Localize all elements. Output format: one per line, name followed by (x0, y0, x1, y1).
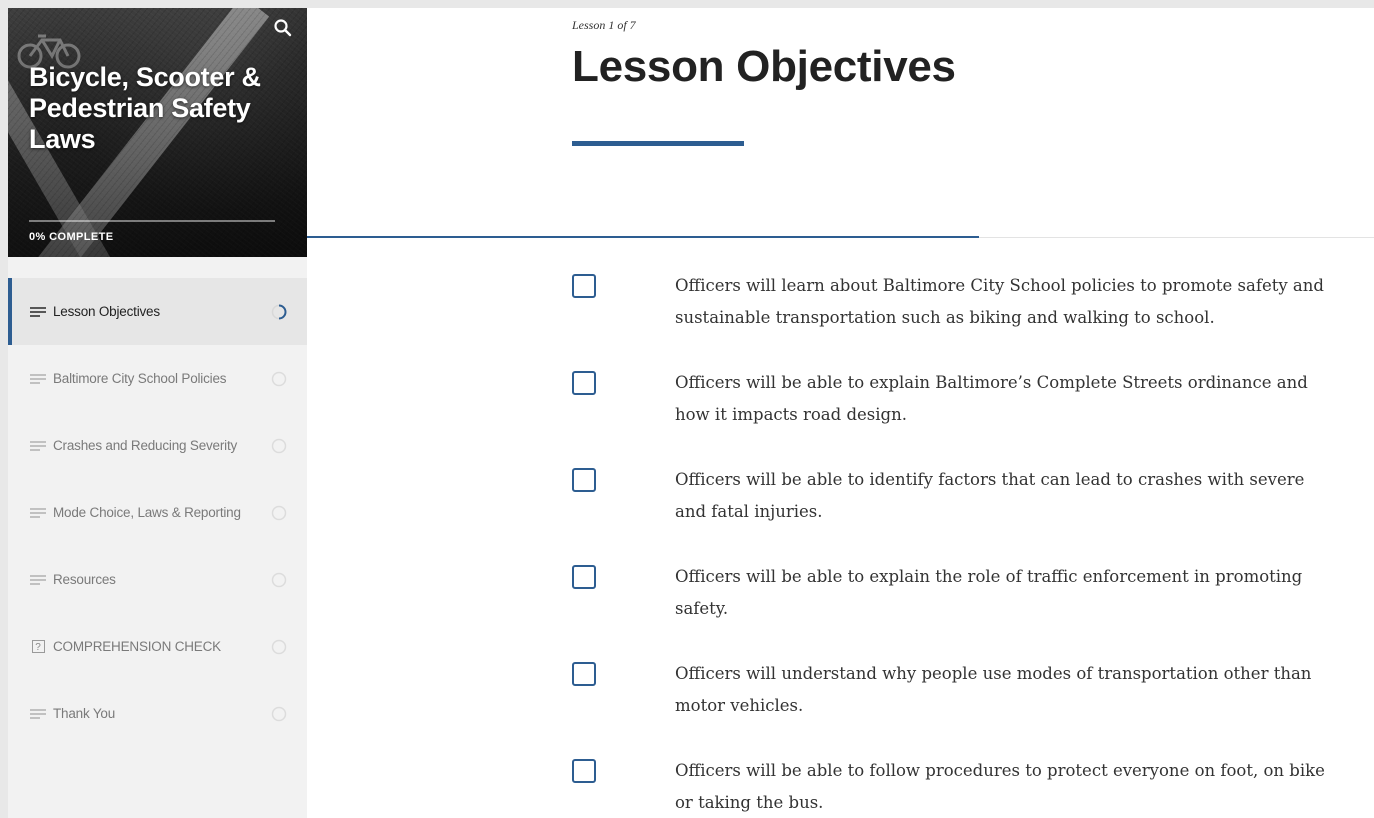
objective-text: Officers will learn about Baltimore City… (675, 270, 1374, 334)
sidebar-item-label: Mode Choice, Laws & Reporting (53, 505, 241, 520)
sidebar-item-label: Resources (53, 572, 116, 587)
lesson-counter: Lesson 1 of 7 (572, 18, 636, 32)
objective-line: Officers will learn about Baltimore City… (675, 276, 1324, 295)
course-progress-label: 0% COMPLETE (29, 231, 114, 243)
sidebar-item[interactable]: ? COMPREHENSION CHECK (8, 613, 307, 680)
course-progress-bar (29, 220, 275, 222)
objective-item: Officers will be able to follow procedur… (572, 755, 1374, 818)
sidebar-item-label: Baltimore City School Policies (53, 371, 227, 386)
sidebar-item[interactable]: Thank You (8, 680, 307, 747)
objective-text: Officers will understand why people use … (675, 658, 1374, 722)
title-divider (572, 141, 744, 146)
objective-text: Officers will be able to explain the rol… (675, 561, 1374, 625)
not-started-icon (271, 371, 287, 387)
course-title: Bicycle, Scooter & Pedestrian Safety Law… (29, 62, 261, 154)
sidebar-item[interactable]: Lesson Objectives (8, 278, 307, 345)
sidebar-item-label: Thank You (53, 706, 116, 721)
not-started-icon (271, 505, 287, 521)
lesson-lines-icon (29, 439, 47, 453)
objective-text: Officers will be able to identify factor… (675, 464, 1374, 528)
objective-text: Officers will be able to follow procedur… (675, 755, 1374, 818)
sidebar-item[interactable]: Baltimore City School Policies (8, 345, 307, 412)
course-header: Bicycle, Scooter & Pedestrian Safety Law… (8, 8, 307, 257)
lesson-progress-bar (307, 236, 1374, 238)
objective-item: Officers will be able to explain the rol… (572, 561, 1374, 658)
objective-line: motor vehicles. (675, 696, 804, 715)
lesson-lines-icon (29, 372, 47, 386)
quiz-glyph: ? (31, 640, 45, 653)
quiz-icon: ? (29, 640, 47, 654)
in-progress-icon (271, 304, 287, 320)
course-sidebar: Bicycle, Scooter & Pedestrian Safety Law… (8, 8, 307, 818)
not-started-icon (271, 639, 287, 655)
objective-line: Officers will be able to identify factor… (675, 470, 1305, 489)
not-started-icon (271, 438, 287, 454)
objective-text: Officers will be able to explain Baltimo… (675, 367, 1374, 431)
objective-line: or taking the bus. (675, 793, 824, 812)
sidebar-item-label: Lesson Objectives (53, 304, 160, 319)
lesson-lines-icon (29, 707, 47, 721)
sidebar-item-label: Crashes and Reducing Severity (53, 438, 238, 453)
objective-checkbox[interactable] (572, 468, 596, 492)
objectives-checklist: Officers will learn about Baltimore City… (572, 270, 1374, 818)
objective-checkbox[interactable] (572, 662, 596, 686)
objective-line: and fatal injuries. (675, 502, 823, 521)
lesson-lines-icon (29, 506, 47, 520)
sidebar-item[interactable]: Resources (8, 546, 307, 613)
objective-checkbox[interactable] (572, 759, 596, 783)
objective-item: Officers will learn about Baltimore City… (572, 270, 1374, 367)
not-started-icon (271, 706, 287, 722)
lesson-nav: Lesson Objectives Baltimore City School P… (8, 278, 307, 747)
sidebar-item[interactable]: Mode Choice, Laws & Reporting (8, 479, 307, 546)
objective-line: sustainable transportation such as bikin… (675, 308, 1215, 327)
objective-checkbox[interactable] (572, 274, 596, 298)
search-icon[interactable] (273, 18, 293, 38)
lesson-progress-fill (307, 236, 980, 238)
lesson-lines-icon (29, 573, 47, 587)
objective-line: how it impacts road design. (675, 405, 907, 424)
objective-checkbox[interactable] (572, 371, 596, 395)
objective-line: Officers will be able to explain Baltimo… (675, 373, 1308, 392)
objective-line: Officers will be able to explain the rol… (675, 567, 1303, 586)
lesson-content: Lesson 1 of 7 Lesson Objectives Officers… (307, 8, 1374, 818)
objective-line: Officers will be able to follow procedur… (675, 761, 1325, 780)
not-started-icon (271, 572, 287, 588)
lesson-lines-icon (29, 305, 47, 319)
objective-item: Officers will understand why people use … (572, 658, 1374, 755)
objective-item: Officers will be able to identify factor… (572, 464, 1374, 561)
page-title: Lesson Objectives (572, 42, 956, 91)
objective-line: safety. (675, 599, 729, 618)
sidebar-item-label: COMPREHENSION CHECK (53, 639, 221, 654)
objective-checkbox[interactable] (572, 565, 596, 589)
objective-item: Officers will be able to explain Baltimo… (572, 367, 1374, 464)
sidebar-item[interactable]: Crashes and Reducing Severity (8, 412, 307, 479)
objective-line: Officers will understand why people use … (675, 664, 1312, 683)
